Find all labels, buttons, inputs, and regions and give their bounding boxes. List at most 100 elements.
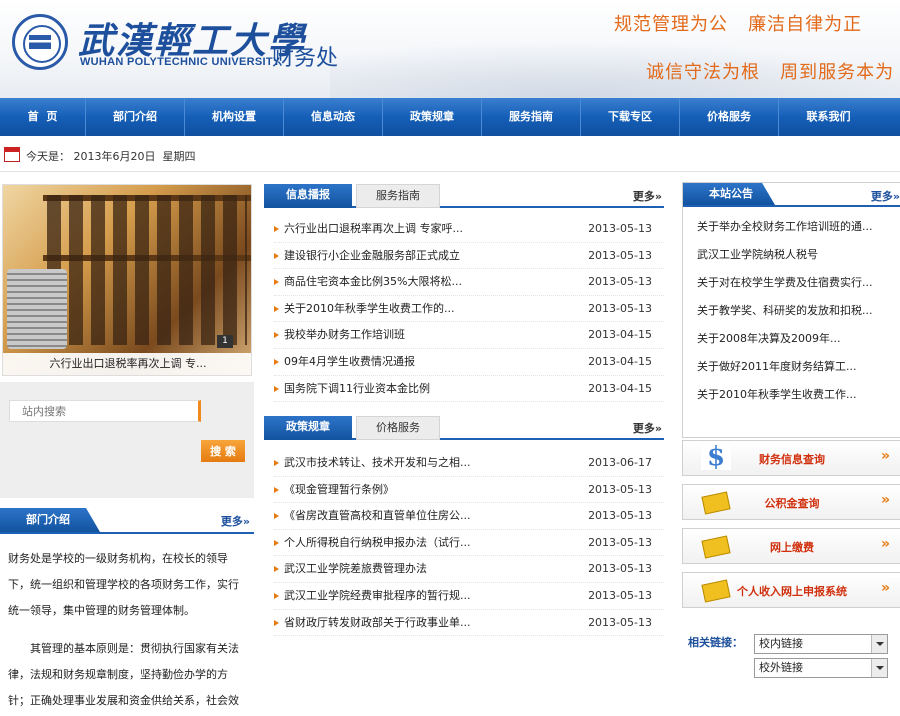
tab-price-service[interactable]: 价格服务 [356,416,440,440]
list-item[interactable]: 省财政厅转发财政部关于行政事业单... 2013-05-13 [274,610,664,637]
list-item[interactable]: 关于做好2011年度财务结算工... [697,359,900,387]
news-title[interactable]: 商品住宅资本金比例35%大限将松... [284,269,462,296]
list-item[interactable]: 关于2010年秋季学生收费工作... [697,387,900,415]
housing-fund-query-button[interactable]: 公积金查询 » [682,484,900,520]
news-date: 2013-05-13 [588,535,652,549]
arrow-icon [274,486,279,493]
nav-item-organization[interactable]: 机构设置 [185,98,284,136]
calendar-icon [4,147,20,162]
department-name: 财务处 [272,46,339,71]
news-date: 2013-04-15 [588,328,652,342]
list-item[interactable]: 武汉工业学院经费审批程序的暂行规... 2013-05-13 [274,583,664,610]
news-slideshow[interactable]: 1 六行业出口退税率再次上调 专... [2,184,252,376]
news-2-more-link[interactable]: 更多» [633,420,662,436]
select-value: 校外链接 [759,661,803,674]
list-item[interactable]: 武汉工业学院纳税人税号 [697,247,900,275]
chevron-down-icon[interactable] [871,659,887,677]
news-title[interactable]: 六行业出口退税率再次上调 专家呼... [284,216,463,243]
arrow-icon [274,619,279,626]
tab-policies[interactable]: 政策规章 [264,416,352,440]
notice-title: 本站公告 [683,183,775,205]
list-item[interactable]: 武汉工业学院差旅费管理办法 2013-05-13 [274,556,664,583]
news-date: 2013-05-13 [588,482,652,496]
service-label: 个人收入网上申报系统 [737,585,847,598]
intro-more-link[interactable]: 更多» [221,513,250,529]
news-date: 2013-06-17 [588,456,652,469]
list-item[interactable]: 《现金管理暂行条例》 2013-05-13 [274,477,664,504]
news-list-2: 武汉市技术转让、技术开发和与之相... 2013-06-17 《现金管理暂行条例》… [274,450,664,637]
coin-stack-image [7,269,67,349]
list-item[interactable]: 关于教学奖、科研奖的发放和扣税... [697,303,900,331]
date-label: 今天是： [26,150,70,163]
news-title[interactable]: 我校举办财务工作培训班 [284,322,405,349]
news-title[interactable]: 武汉工业学院经费审批程序的暂行规... [284,583,471,610]
news-title[interactable]: 武汉市技术转让、技术开发和与之相... [284,450,471,477]
news-date: 2013-05-13 [588,301,652,315]
external-links-select[interactable]: 校外链接 [754,658,888,678]
news-1-more-link[interactable]: 更多» [633,188,662,204]
site-header: 武漢輕工大學 WUHAN POLYTECHNIC UNIVERSITY 财务处 … [0,0,900,98]
list-item[interactable]: 建设银行小企业金融服务部正式成立 2013-05-13 [274,243,664,270]
news-title[interactable]: 关于2010年秋季学生收费工作的... [284,296,454,323]
list-item[interactable]: 关于举办全校财务工作培训班的通... [697,219,900,247]
intro-paragraph-1: 财务处是学校的一级财务机构，在校长的领导下，统一组织和管理学校的各项财务工作，实… [8,552,239,617]
news-date: 2013-05-13 [588,222,652,235]
nav-item-news[interactable]: 信息动态 [284,98,383,136]
arrow-icon [274,279,279,286]
notice-more-link[interactable]: 更多» [871,188,900,204]
finance-info-query-button[interactable]: 财务信息查询 » [682,440,900,476]
date-bar: 今天是： 2013年6月20日 星期四 [0,136,900,172]
news-title[interactable]: 国务院下调11行业资本金比例 [284,376,430,403]
chevron-down-icon[interactable] [871,635,887,653]
news-title[interactable]: 09年4月学生收费情况通报 [284,349,415,376]
nav-item-service-guide[interactable]: 服务指南 [482,98,581,136]
online-payment-button[interactable]: 网上缴费 » [682,528,900,564]
arrow-icon [274,305,279,312]
news-list-1: 六行业出口退税率再次上调 专家呼... 2013-05-13 建设银行小企业金融服… [274,216,664,403]
list-item[interactable]: 商品住宅资本金比例35%大限将松... 2013-05-13 [274,269,664,296]
news-title[interactable]: 《现金管理暂行条例》 [284,477,394,504]
nav-item-price-service[interactable]: 价格服务 [680,98,779,136]
tab-info-broadcast[interactable]: 信息播报 [264,184,352,208]
list-item[interactable]: 六行业出口退税率再次上调 专家呼... 2013-05-13 [274,216,664,243]
nav-item-department-intro[interactable]: 部门介绍 [86,98,185,136]
list-item[interactable]: 09年4月学生收费情况通报 2013-04-15 [274,349,664,376]
select-value: 校内链接 [759,637,803,650]
nav-item-downloads[interactable]: 下载专区 [581,98,680,136]
internal-links-select[interactable]: 校内链接 [754,634,888,654]
arrow-icon [274,385,279,392]
abacus-image [47,195,247,345]
slideshow-caption[interactable]: 六行业出口退税率再次上调 专... [3,353,251,375]
news-title[interactable]: 省财政厅转发财政部关于行政事业单... [284,610,471,637]
main-nav: 首 页 部门介绍 机构设置 信息动态 政策规章 服务指南 下载专区 价格服务 联… [0,98,900,136]
service-label: 财务信息查询 [759,453,825,466]
related-links: 相关链接： 校内链接 校外链接 [682,626,900,686]
nav-item-policies[interactable]: 政策规章 [383,98,482,136]
list-item[interactable]: 个人所得税自行纳税申报办法（试行... 2013-05-13 [274,530,664,557]
list-item[interactable]: 国务院下调11行业资本金比例 2013-04-15 [274,376,664,403]
news-tabs-1: 信息播报 服务指南 更多» [264,182,664,208]
arrow-icon [274,460,279,466]
news-title[interactable]: 个人所得税自行纳税申报办法（试行... [284,530,471,557]
list-item[interactable]: 关于2008年决算及2009年... [697,331,900,359]
university-emblem-icon[interactable] [12,14,68,70]
list-item[interactable]: 我校举办财务工作培训班 2013-04-15 [274,322,664,349]
search-input[interactable] [9,400,201,422]
news-date: 2013-04-15 [588,354,652,368]
news-title[interactable]: 建设银行小企业金融服务部正式成立 [284,243,460,270]
nav-item-home[interactable]: 首 页 [0,98,86,136]
list-item[interactable]: 关于对在校学生学费及住宿费实行... [697,275,900,303]
news-title[interactable]: 《省房改直管高校和直管单位住房公... [284,503,471,530]
news-date: 2013-05-13 [588,248,652,262]
income-declaration-button[interactable]: 个人收入网上申报系统 » [682,572,900,608]
list-item[interactable]: 武汉市技术转让、技术开发和与之相... 2013-06-17 [274,450,664,477]
search-button[interactable]: 搜 索 [201,440,245,462]
list-item[interactable]: 《省房改直管高校和直管单位住房公... 2013-05-13 [274,503,664,530]
service-label: 公积金查询 [764,497,820,510]
slideshow-pager[interactable]: 1 [217,335,233,348]
list-item[interactable]: 关于2010年秋季学生收费工作的... 2013-05-13 [274,296,664,323]
tab-service-guide[interactable]: 服务指南 [356,184,440,208]
nav-item-contact[interactable]: 联系我们 [779,98,878,136]
intro-paragraph-2: 其管理的基本原则是：贯彻执行国家有关法律，法规和财务规章制度，坚持勤俭办学的方针… [8,642,239,707]
news-title[interactable]: 武汉工业学院差旅费管理办法 [284,556,427,583]
